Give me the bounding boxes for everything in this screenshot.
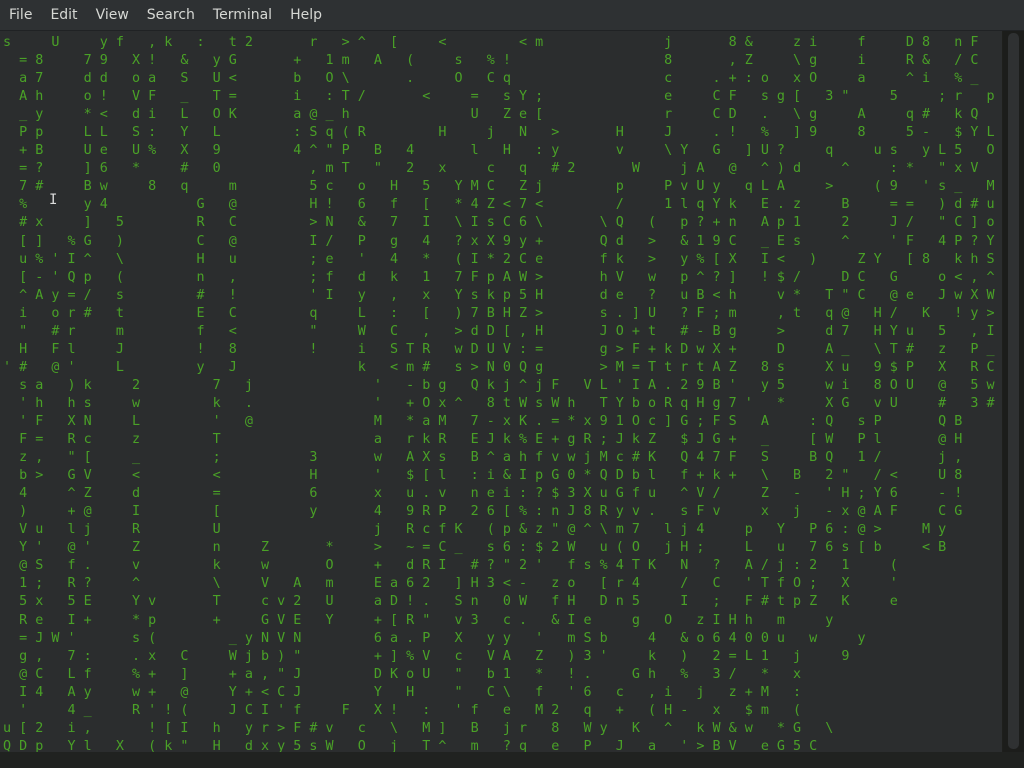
terminal-line: ' h h s w k . ' + O x ^ 8 t W s W h T Y … [3,395,995,411]
scrollbar-thumb[interactable] [1008,33,1019,749]
terminal-line: [ ] % G ) C @ I / P g 4 ? x X 9 y + Q d … [3,233,995,249]
window-bottom-edge [0,752,1024,768]
terminal-line: ' F X N L ' @ M * a M 7 - x K . = * x 9 … [3,413,963,429]
terminal-area[interactable]: s U y f , k : t 2 r > ^ [ < < m j 8 & z … [0,31,1002,752]
terminal-line: @ C L f % + ] + a , " J D K o U " b 1 * … [3,666,802,682]
terminal-line: # x ] 5 R C > N & 7 I \ I s C 6 \ \ Q ( … [3,215,995,231]
terminal-line: @ S f . v k w O + d R I # ? " 2 ' f s % … [3,558,898,574]
terminal-line: s U y f , k : t 2 r > ^ [ < < m j 8 & z … [3,35,1002,50]
terminal-line: 4 ^ Z d = 6 x u . v n e i : ? $ 3 X u G … [3,486,963,502]
terminal-output[interactable]: s U y f , k : t 2 r > ^ [ < < m j 8 & z … [3,34,1002,752]
terminal-line: Y ' @ ' Z n Z * > ~ = C _ s 6 : $ 2 W u … [3,540,947,556]
menu-edit[interactable]: Edit [41,0,86,30]
terminal-line: = J W ' s ( _ y N V N 6 a . P X y y ' m … [3,630,866,646]
terminal-line: [ - ' Q p ( n , ; f d k 1 7 F p A W > h … [3,269,995,285]
menu-terminal[interactable]: Terminal [204,0,281,30]
terminal-line: F = R c z T a r k R E J k % E + g R ; J … [3,432,963,448]
terminal-line: 7 # B w 8 q m 5 c o H 5 Y M C Z j p P v … [3,179,995,195]
menu-view[interactable]: View [87,0,138,30]
terminal-line: V u l j R U j R c f K ( p & z " @ ^ \ m … [3,522,947,538]
terminal-line: R e I + * p + G V E Y + [ R " v 3 c . & … [3,612,834,628]
terminal-line: = ? ] 6 * # 0 , m T " 2 x c q # 2 W j A … [3,161,1002,177]
text-cursor-icon: I [49,192,58,208]
terminal-line: = 8 7 9 X ! & y G + 1 m A ( s % ! 8 , Z … [3,53,1002,69]
terminal-line: 1 ; R ? ^ \ V A m E a 6 2 ] H 3 < - z o … [3,576,898,592]
terminal-line: + B U e U % X 9 4 ^ " P B 4 l H : y v \ … [3,143,995,159]
menu-bar: File Edit View Search Terminal Help [0,0,1024,31]
menu-search[interactable]: Search [138,0,204,30]
terminal-line: ) + @ I [ y 4 9 R P 2 6 [ % : n J 8 R y … [3,504,963,520]
terminal-line: H F l J ! 8 ! i S T R w D U V : = g > F … [3,341,1002,357]
terminal-line: ^ A y = / s # ! ' I y , x Y s k p 5 H d … [3,287,995,303]
terminal-line: Q D p Y l X ( k " H d x y 5 s W O j T ^ … [3,738,818,752]
menu-help[interactable]: Help [281,0,331,30]
terminal-line: " # r m f < " W C , > d D [ , H J O + t … [3,323,1002,339]
terminal-line: % y 4 G @ H ! 6 f [ * 4 Z < 7 < / 1 l q … [3,197,995,213]
terminal-line: i o r # t E C q L : [ ) 7 B H Z > s . ] … [3,305,995,321]
terminal-line: P p L L S : Y L : S q ( R H j N > H J . … [3,125,1002,141]
scrollbar[interactable] [1003,31,1024,752]
terminal-line: ' # @ ' L y J k < m # s > N 0 Q g > M = … [3,359,1002,375]
terminal-line: u [ 2 i , ! [ I h y r > F # v c \ M ] B … [3,720,834,736]
terminal-line: g , 7 : . x C W j b ) " + ] % V c V A Z … [3,648,850,664]
terminal-line: z , " [ _ ; 3 w A X s B ^ a h f v w j M … [3,450,963,466]
terminal-line: 5 x 5 E Y v T c v 2 U a D ! . S n 0 W f … [3,594,898,610]
terminal-line: a 7 d d o a S U < b O \ . O C q c . + : … [3,71,1002,87]
terminal-line: A h o ! V F _ T = i : T / < = s Y ; e C … [3,89,1002,105]
terminal-line: I 4 A y w + @ Y + < C J Y H " C \ f ' 6 … [3,684,802,700]
terminal-line: s a ) k 2 7 j ' - b g Q k j ^ j F V L ' … [3,377,995,393]
terminal-line: u % ' I ^ \ H u ; e ' 4 * ( I * 2 C e f … [3,251,1002,267]
terminal-line: _ y * < d i L O K a @ _ h U Z e [ r C D … [3,107,1002,123]
terminal-line: ' 4 _ R ' ! ( J C I ' f F X ! : ' f e M … [3,702,802,718]
terminal-line: b > G V < < H ' $ [ l : i & I p G 0 * Q … [3,468,963,484]
menu-file[interactable]: File [0,0,41,30]
